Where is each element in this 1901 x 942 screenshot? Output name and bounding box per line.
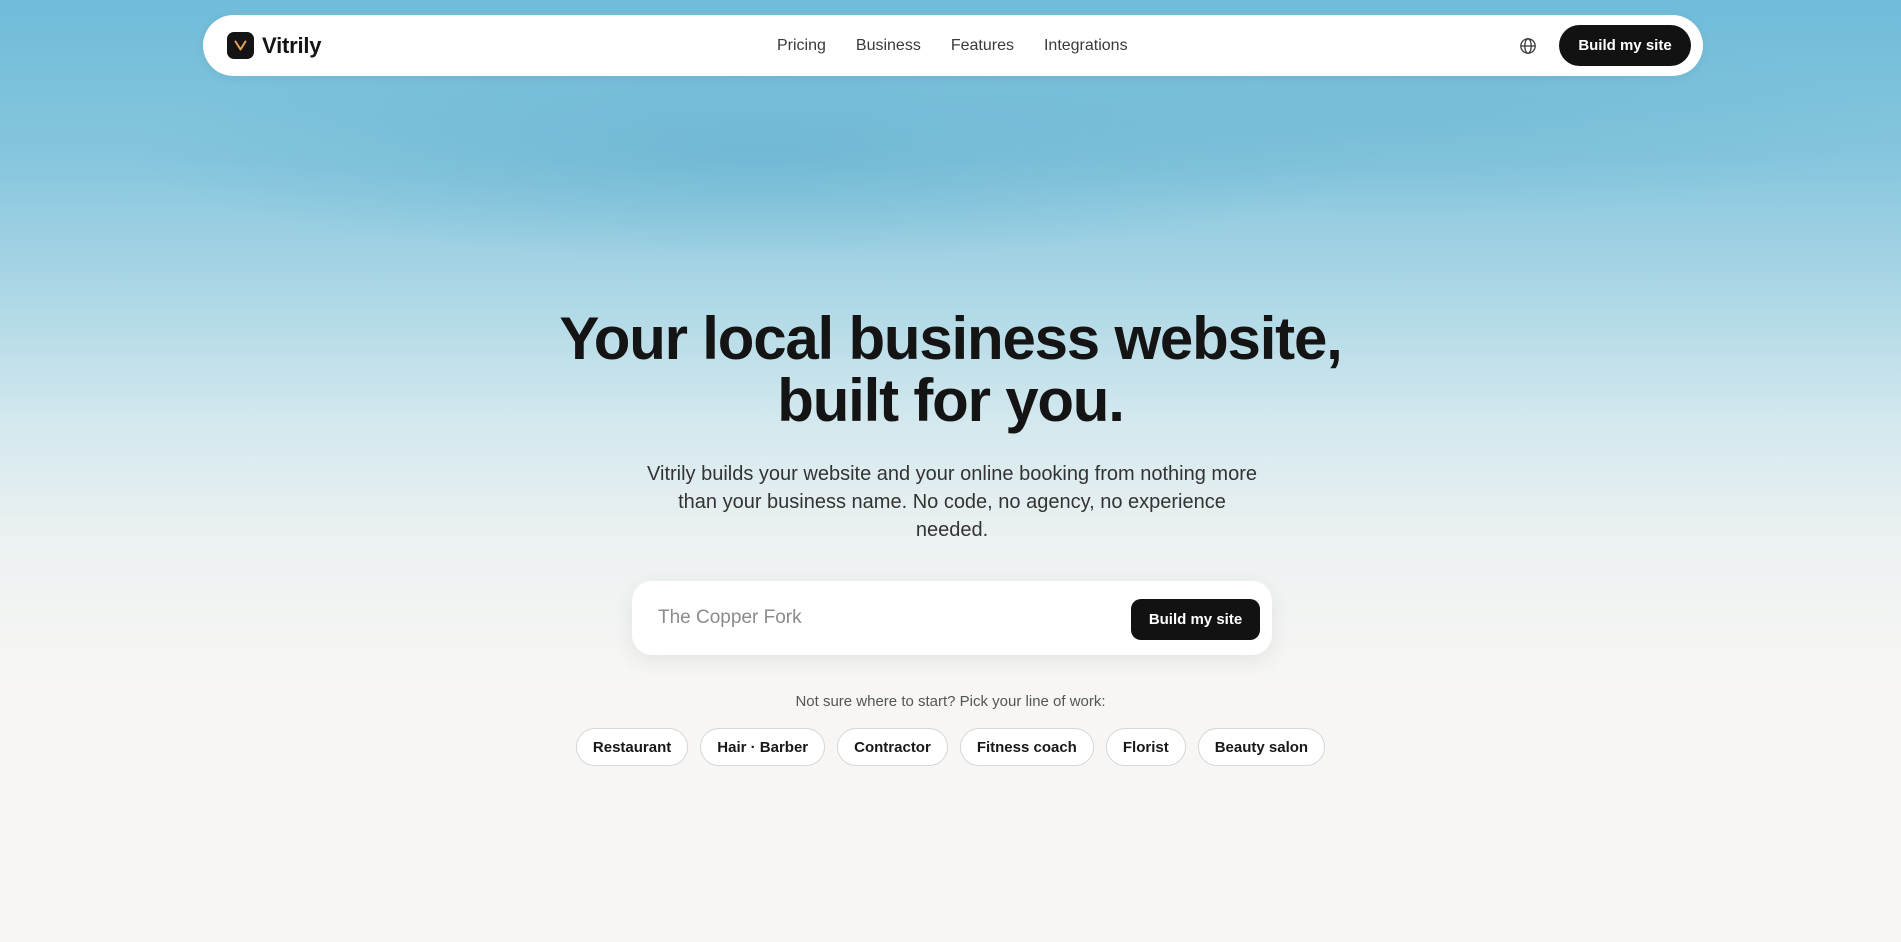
- chip-beauty-salon[interactable]: Beauty salon: [1197, 728, 1326, 766]
- hero-headline-line-1: Your local business website,: [559, 305, 1342, 372]
- chip-fitness-coach[interactable]: Fitness coach: [959, 728, 1094, 766]
- hero-headline: Your local business website, built for yo…: [0, 308, 1901, 432]
- nav-link-pricing[interactable]: Pricing: [777, 37, 826, 55]
- nav-link-integrations[interactable]: Integrations: [1044, 37, 1128, 55]
- build-my-site-button[interactable]: Build my site: [1131, 599, 1260, 640]
- vitrily-logo-icon: [227, 32, 254, 59]
- chip-restaurant[interactable]: Restaurant: [575, 728, 689, 766]
- line-of-work-prompt: Not sure where to start? Pick your line …: [795, 693, 1106, 710]
- hero-subheadline: Vitrily builds your website and your onl…: [647, 463, 1257, 541]
- top-navbar: Vitrily Pricing Business Features Integr…: [203, 15, 1703, 76]
- nav-build-my-site-button[interactable]: Build my site: [1559, 25, 1691, 66]
- chip-contractor[interactable]: Contractor: [837, 728, 948, 766]
- nav-link-features[interactable]: Features: [951, 37, 1014, 55]
- globe-icon[interactable]: [1519, 37, 1537, 55]
- nav-link-business[interactable]: Business: [856, 37, 921, 55]
- hero-headline-line-2: built for you.: [777, 367, 1125, 434]
- chip-florist[interactable]: Florist: [1105, 728, 1186, 766]
- chip-hair-barber[interactable]: Hair · Barber: [700, 728, 826, 766]
- business-name-form: Build my site: [632, 581, 1272, 655]
- nav-links: Pricing Business Features Integrations: [777, 15, 1128, 76]
- brand-name: Vitrily: [262, 32, 322, 58]
- business-name-input[interactable]: [656, 597, 1110, 639]
- brand[interactable]: Vitrily: [227, 32, 322, 59]
- line-of-work-chips: Restaurant Hair · Barber Contractor Fitn…: [0, 728, 1901, 766]
